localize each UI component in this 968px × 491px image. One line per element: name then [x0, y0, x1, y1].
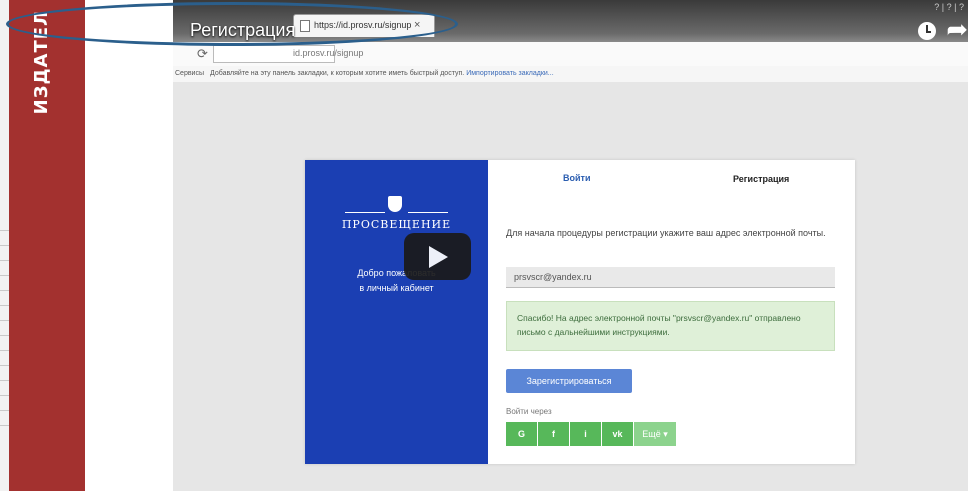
bookmarks-services[interactable]: Сервисы [175, 70, 204, 77]
social-buttons: G f i vk Ещё ▾ [506, 422, 677, 446]
url-text[interactable]: id.prosv.ru/signup [293, 48, 363, 58]
video-player[interactable]: https://id.prosv.ru/signup × Регистрация… [173, 0, 968, 491]
welcome-line-2: в личный кабинет [359, 283, 434, 293]
page-content: ПРОСВЕЩЕНИЕ Добро пожаловать в личный ка… [173, 82, 968, 491]
logo-shield-icon [388, 196, 402, 212]
more-button[interactable]: Ещё ▾ [634, 422, 676, 446]
form-panel: Войти Регистрация Для начала процедуры р… [488, 160, 855, 464]
brand-panel: ПРОСВЕЩЕНИЕ Добро пожаловать в личный ка… [305, 160, 488, 464]
success-alert: Спасибо! На адрес электронной почты "prs… [506, 301, 835, 351]
reload-icon[interactable]: ⟳ [197, 46, 208, 62]
logo-text: ПРОСВЕЩЕНИЕ [341, 218, 452, 231]
play-icon[interactable] [404, 233, 471, 280]
bookmarks-hint: Добавляйте на эту панель закладки, к кот… [210, 70, 465, 77]
email-field[interactable]: prsvscr@yandex.ru [506, 267, 835, 288]
login-via-label: Войти через [506, 407, 552, 416]
google-button[interactable]: G [506, 422, 537, 446]
auth-card: ПРОСВЕЩЕНИЕ Добро пожаловать в личный ка… [305, 160, 855, 464]
import-bookmarks-link[interactable]: Импортировать закладки... [466, 70, 553, 77]
odnoklassniki-button[interactable]: i [570, 422, 601, 446]
slide-left-strip [0, 0, 9, 491]
register-button[interactable]: Зарегистрироваться [506, 369, 632, 393]
slide-lines [0, 230, 9, 440]
tab-register[interactable]: Регистрация [733, 174, 789, 184]
address-bar: ⟳ id.prosv.ru/signup [173, 42, 968, 67]
logo-line-right [408, 212, 448, 213]
instruction-text: Для начала процедуры регистрации укажите… [506, 228, 826, 238]
logo-line-left [345, 212, 385, 213]
bookmarks-bar: Сервисы Добавляйте на эту панель закладки… [173, 66, 968, 82]
tab-login[interactable]: Войти [563, 173, 590, 183]
facebook-button[interactable]: f [538, 422, 569, 446]
highlight-oval [6, 2, 458, 46]
top-right-text: ? | ? | ? [934, 2, 964, 12]
share-icon[interactable]: ➦ [946, 16, 968, 42]
vk-button[interactable]: vk [602, 422, 633, 446]
watch-later-icon[interactable] [918, 22, 936, 40]
slide-red-band: ИЗДАТЕЛ [9, 0, 85, 491]
